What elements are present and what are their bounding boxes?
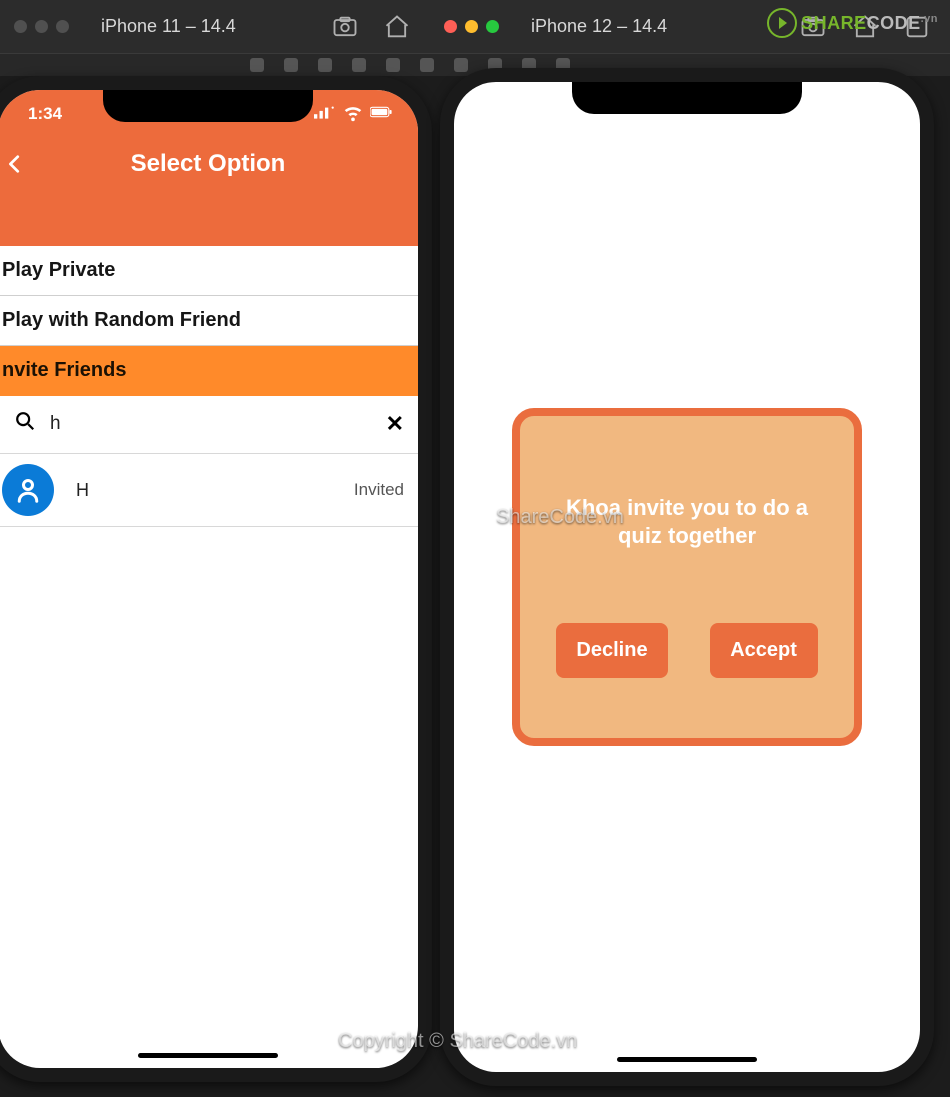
wifi-icon bbox=[342, 101, 364, 128]
avatar-icon bbox=[2, 464, 54, 516]
screenshot-icon[interactable] bbox=[796, 13, 830, 41]
zoom-dot[interactable] bbox=[486, 20, 499, 33]
battery-icon bbox=[370, 101, 392, 128]
zoom-dot[interactable] bbox=[56, 20, 69, 33]
friend-search-row: ✕ bbox=[0, 396, 418, 454]
close-dot[interactable] bbox=[444, 20, 457, 33]
window-traffic-lights bbox=[444, 20, 499, 33]
signal-icon bbox=[314, 101, 336, 128]
window-title: iPhone 12 – 14.4 bbox=[531, 16, 667, 37]
screenshot-icon[interactable] bbox=[328, 13, 362, 41]
device-notch bbox=[572, 82, 802, 114]
nav-bar: Select Option bbox=[0, 138, 418, 190]
option-label: Play Private bbox=[2, 259, 115, 281]
option-label: Play with Random Friend bbox=[2, 309, 241, 331]
minimize-dot[interactable] bbox=[35, 20, 48, 33]
status-time: 1:34 bbox=[28, 104, 62, 124]
friend-row[interactable]: H Invited bbox=[0, 454, 418, 527]
invite-modal: Khoa invite you to do a quiz together De… bbox=[512, 408, 862, 746]
home-icon[interactable] bbox=[380, 13, 414, 41]
window-traffic-lights bbox=[14, 20, 69, 33]
friend-status: Invited bbox=[354, 480, 404, 500]
mac-window-titlebar-left: iPhone 11 – 14.4 bbox=[0, 0, 430, 54]
friend-name: H bbox=[76, 480, 89, 501]
option-play-private[interactable]: Play Private bbox=[0, 246, 418, 296]
simulator-iphone-11: 1:34 Select Option bbox=[0, 76, 432, 1082]
device-notch bbox=[103, 90, 313, 122]
minimize-dot[interactable] bbox=[465, 20, 478, 33]
invite-modal-overlay: Khoa invite you to do a quiz together De… bbox=[454, 82, 920, 1072]
option-play-random-friend[interactable]: Play with Random Friend bbox=[0, 296, 418, 346]
search-icon bbox=[14, 410, 36, 437]
home-indicator[interactable] bbox=[617, 1057, 757, 1062]
settings-icon[interactable] bbox=[900, 13, 934, 41]
invite-message: Khoa invite you to do a quiz together bbox=[542, 494, 832, 549]
home-icon[interactable] bbox=[848, 13, 882, 41]
option-label: nvite Friends bbox=[2, 359, 126, 381]
option-invite-friends[interactable]: nvite Friends bbox=[0, 346, 418, 396]
option-list: Play Private Play with Random Friend nvi… bbox=[0, 246, 418, 396]
close-dot[interactable] bbox=[14, 20, 27, 33]
decline-button[interactable]: Decline bbox=[556, 623, 667, 678]
simulator-iphone-12: 1:34 Khoa invite you to do a quiz togeth… bbox=[440, 68, 934, 1086]
home-indicator[interactable] bbox=[138, 1053, 278, 1058]
page-title: Select Option bbox=[0, 150, 418, 178]
search-input[interactable] bbox=[50, 413, 372, 435]
mac-window-titlebar-right: iPhone 12 – 14.4 bbox=[430, 0, 950, 54]
clear-search-icon[interactable]: ✕ bbox=[386, 411, 404, 437]
back-button[interactable] bbox=[0, 147, 32, 181]
window-title: iPhone 11 – 14.4 bbox=[101, 16, 236, 37]
accept-button[interactable]: Accept bbox=[710, 623, 818, 678]
